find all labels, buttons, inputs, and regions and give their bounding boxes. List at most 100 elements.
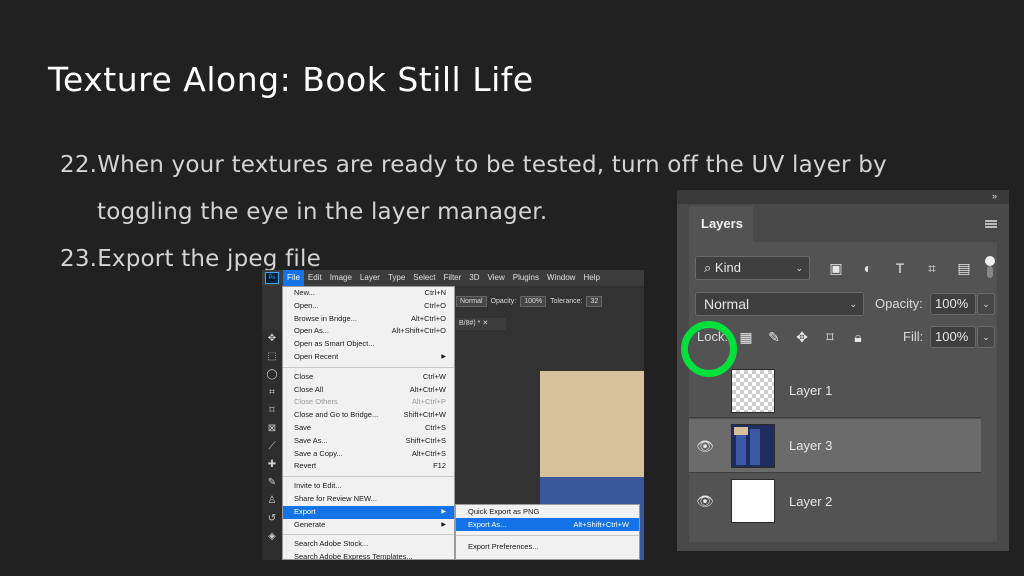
lock-image-icon[interactable]: ✎ — [765, 328, 783, 346]
layer-thumbnail — [731, 423, 775, 468]
document-tab[interactable]: B/8#) * ✕ — [456, 318, 506, 330]
export-as-item[interactable]: Export As... Alt+Shift+Ctrl+W — [456, 518, 639, 531]
lasso-tool-icon[interactable]: ◯ — [262, 366, 282, 384]
menu-plugins[interactable]: Plugins — [509, 270, 543, 286]
pixel-layer-filter-icon[interactable]: ▣ — [825, 258, 847, 278]
menu-item-label: Open As... — [294, 326, 330, 336]
file-menu-item-new[interactable]: New... Ctrl+N — [283, 287, 454, 300]
file-menu-item-close-and-go-to-bridge[interactable]: Close and Go to Bridge... Shift+Ctrl+W — [283, 409, 454, 422]
layer-name: Layer 3 — [789, 438, 833, 453]
fill-label: Fill: — [903, 329, 924, 344]
menu-divider — [283, 534, 454, 536]
lock-position-icon[interactable]: ✥ — [793, 328, 811, 346]
kind-filter-select[interactable]: ⌕ Kind ⌄ — [695, 256, 810, 280]
chevron-down-icon: ⌄ — [849, 299, 857, 309]
frame-tool-icon[interactable]: ⊠ — [262, 420, 282, 438]
file-menu-item-open-recent[interactable]: Open Recent ▶ — [283, 351, 454, 364]
filter-toggle[interactable] — [985, 256, 995, 278]
file-menu-item-open-as[interactable]: Open As... Alt+Shift+Ctrl+O — [283, 325, 454, 338]
kind-label: Kind — [714, 260, 741, 275]
file-menu-item-revert[interactable]: Revert F12 — [283, 460, 454, 473]
submenu-arrow-icon: ▶ — [441, 508, 446, 515]
toggle-track — [987, 266, 993, 278]
menu-help[interactable]: Help — [579, 270, 603, 286]
export-preferences-item[interactable]: Export Preferences... — [456, 540, 639, 553]
menu-item-shortcut: Alt+Ctrl+P — [411, 397, 446, 407]
mode-select[interactable]: Normal — [456, 295, 487, 307]
layer-thumbnail — [731, 368, 775, 413]
file-menu-item-save-as[interactable]: Save As... Shift+Ctrl+S — [283, 435, 454, 448]
file-menu-item-share-for-review-new[interactable]: Share for Review NEW... — [283, 493, 454, 506]
file-menu-item-save-a-copy[interactable]: Save a Copy... Alt+Ctrl+S — [283, 448, 454, 461]
eyedropper-tool-icon[interactable]: ⟋ — [262, 438, 282, 456]
panel-menu-icon[interactable] — [985, 220, 997, 228]
photoshop-logo-icon: Ps — [265, 272, 279, 284]
lock-transparent-icon[interactable]: ▦ — [737, 328, 755, 346]
menu-item-label: Close Others — [294, 397, 338, 407]
marquee-tool-icon[interactable]: ⬚ — [262, 348, 282, 366]
layer-row-layer-2[interactable]: 👁︎ Layer 2 — [689, 474, 981, 528]
crop-tool-icon[interactable]: ⌑ — [262, 402, 282, 420]
layers-tab[interactable]: Layers — [689, 206, 753, 242]
brush-tool-icon[interactable]: ✎ — [262, 474, 282, 492]
submenu-divider — [456, 535, 639, 536]
file-menu-item-export[interactable]: Export ▶ — [283, 505, 454, 519]
smart-object-filter-icon[interactable]: ▤ — [953, 258, 975, 278]
opacity-field[interactable]: 100% — [930, 293, 976, 315]
lock-artboard-icon[interactable]: ⌑ — [821, 328, 839, 346]
close-tab-icon[interactable]: ✕ — [482, 320, 488, 327]
stamp-tool-icon[interactable]: ♙ — [262, 492, 282, 510]
tolerance-field[interactable]: 32 — [586, 295, 603, 307]
eye-icon[interactable]: 👁︎ — [689, 474, 721, 528]
menu-image[interactable]: Image — [326, 270, 356, 286]
export-as-label: Export As... — [468, 520, 507, 529]
ps-menubar: Ps File Edit Image Layer Type Select Fil… — [262, 270, 644, 286]
move-tool-icon[interactable]: ✥ — [262, 330, 282, 348]
quick-select-tool-icon[interactable]: ⌗ — [262, 384, 282, 402]
menu-file[interactable]: File — [283, 270, 304, 286]
file-menu-item-save[interactable]: Save Ctrl+S — [283, 422, 454, 435]
highlight-circle — [681, 321, 737, 377]
quick-export-png-item[interactable]: Quick Export as PNG — [456, 505, 639, 518]
menu-item-label: Search Adobe Express Templates... — [294, 552, 413, 560]
layer-row-layer-1[interactable]: Layer 1 — [689, 364, 981, 418]
fill-dropdown-icon[interactable]: ⌄ — [977, 326, 995, 348]
menu-item-label: Close — [294, 371, 314, 381]
lock-all-icon[interactable]: 🔒︎ — [849, 328, 867, 346]
file-menu-item-close-others: Close Others Alt+Ctrl+P — [283, 396, 454, 409]
shape-filter-icon[interactable]: ⌗ — [921, 258, 943, 278]
menu-select[interactable]: Select — [409, 270, 439, 286]
history-brush-icon[interactable]: ↺ — [262, 510, 282, 528]
export-submenu: Quick Export as PNG Export As... Alt+Shif… — [455, 504, 640, 560]
healing-tool-icon[interactable]: ✚ — [262, 456, 282, 474]
collapse-panel-icon[interactable]: » — [992, 191, 997, 201]
menu-item-shortcut: Alt+Shift+Ctrl+O — [391, 326, 446, 336]
file-menu-item-open-as-smart-object[interactable]: Open as Smart Object... — [283, 338, 454, 351]
opacity-dropdown-icon[interactable]: ⌄ — [977, 293, 995, 315]
file-menu-item-generate[interactable]: Generate ▶ — [283, 519, 454, 532]
file-menu-item-invite-to-edit[interactable]: Invite to Edit... — [283, 480, 454, 493]
file-menu-item-open[interactable]: Open... Ctrl+O — [283, 300, 454, 313]
adjustment-filter-icon[interactable]: ◐ — [857, 258, 879, 278]
menu-layer[interactable]: Layer — [356, 270, 384, 286]
file-menu-item-close[interactable]: Close Ctrl+W — [283, 371, 454, 384]
menu-3d[interactable]: 3D — [465, 270, 483, 286]
layer-row-layer-3[interactable]: 👁︎ Layer 3 — [689, 419, 981, 473]
fill-field[interactable]: 100% — [930, 326, 976, 348]
file-menu-item-browse-in-bridge[interactable]: Browse in Bridge... Alt+Ctrl+O — [283, 313, 454, 326]
opacity-select[interactable]: 100% — [520, 295, 547, 307]
file-menu-item-close-all[interactable]: Close All Alt+Ctrl+W — [283, 384, 454, 397]
menu-filter[interactable]: Filter — [440, 270, 466, 286]
eraser-tool-icon[interactable]: ◈ — [262, 528, 282, 546]
file-menu-item-search-adobe-express-templates[interactable]: Search Adobe Express Templates... — [283, 551, 454, 560]
menu-item-shortcut: Ctrl+S — [424, 422, 446, 432]
eye-icon[interactable]: 👁︎ — [689, 419, 721, 473]
menu-view[interactable]: View — [484, 270, 509, 286]
type-filter-icon[interactable]: T — [889, 258, 911, 278]
menu-edit[interactable]: Edit — [304, 270, 326, 286]
blend-mode-select[interactable]: Normal ⌄ — [695, 292, 864, 316]
menu-type[interactable]: Type — [384, 270, 409, 286]
thumb-shape — [734, 426, 748, 435]
file-menu-item-search-adobe-stock[interactable]: Search Adobe Stock... — [283, 538, 454, 551]
menu-window[interactable]: Window — [543, 270, 579, 286]
